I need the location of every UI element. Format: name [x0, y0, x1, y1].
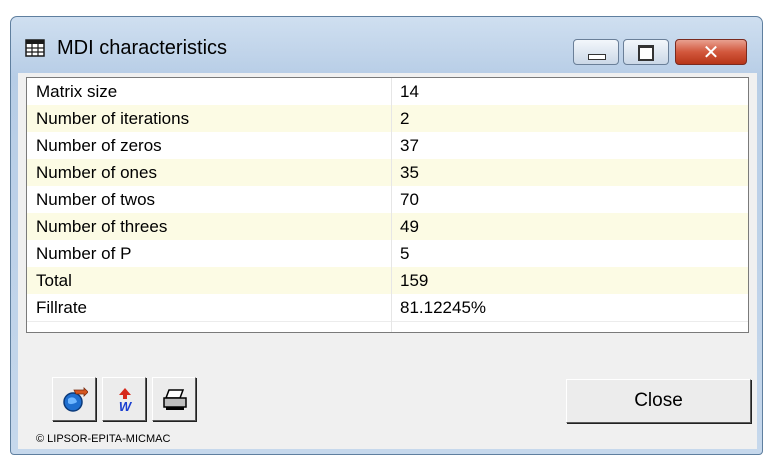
row-value: 70 [400, 190, 419, 209]
word-export-icon: W [119, 388, 133, 413]
export-button[interactable] [52, 377, 96, 421]
column-divider [391, 78, 392, 332]
close-icon: ✕ [702, 40, 720, 64]
row-label: Matrix size [36, 82, 118, 101]
row-label: Number of P [36, 244, 132, 263]
row-label: Number of ones [36, 163, 157, 182]
table-row[interactable]: Matrix size 14 [27, 78, 748, 105]
table-row[interactable]: Total 159 [27, 267, 748, 294]
copyright-text: © LIPSOR-EPITA-MICMAC [36, 433, 171, 445]
characteristics-table[interactable]: Matrix size 14 Number of iterations 2 Nu… [26, 77, 749, 333]
table-row[interactable]: Number of threes 49 [27, 213, 748, 240]
minimize-button[interactable] [573, 39, 619, 65]
svg-text:W: W [119, 399, 133, 413]
close-button[interactable]: Close [566, 379, 751, 423]
table-row[interactable]: Number of ones 35 [27, 159, 748, 186]
window-close-button[interactable]: ✕ [675, 39, 747, 65]
row-label: Fillrate [36, 298, 88, 317]
row-label: Number of iterations [36, 109, 190, 128]
table-row[interactable]: Fillrate 81.12245% [27, 294, 748, 321]
title-bar[interactable]: MDI characteristics ✕ [11, 17, 762, 75]
dialog-client-area: Matrix size 14 Number of iterations 2 Nu… [18, 73, 757, 449]
row-value: 81.12245% [400, 298, 487, 317]
table-icon [25, 39, 45, 57]
table-row[interactable]: Number of P 5 [27, 240, 748, 267]
row-value: 37 [400, 136, 419, 155]
window-title: MDI characteristics [57, 37, 228, 59]
row-value: 35 [400, 163, 419, 182]
row-value: 159 [400, 271, 429, 290]
row-label: Number of zeros [36, 136, 162, 155]
table-row[interactable]: Number of zeros 37 [27, 132, 748, 159]
maximize-button[interactable] [623, 39, 669, 65]
word-export-button[interactable]: W [102, 377, 146, 421]
row-label: Total [36, 271, 72, 290]
table-row[interactable]: Number of iterations 2 [27, 105, 748, 132]
row-value: 2 [400, 109, 410, 128]
export-icon [63, 387, 88, 412]
print-button[interactable] [152, 377, 196, 421]
row-label: Number of twos [36, 190, 156, 209]
row-value: 49 [400, 217, 419, 236]
row-label: Number of threes [36, 217, 168, 236]
row-value: 14 [400, 82, 419, 101]
row-value: 5 [400, 244, 410, 263]
print-icon [163, 389, 187, 410]
mdi-characteristics-window: MDI characteristics ✕ Matrix size 14 Num… [10, 16, 763, 455]
row-divider [27, 321, 748, 322]
table-row[interactable]: Number of twos 70 [27, 186, 748, 213]
